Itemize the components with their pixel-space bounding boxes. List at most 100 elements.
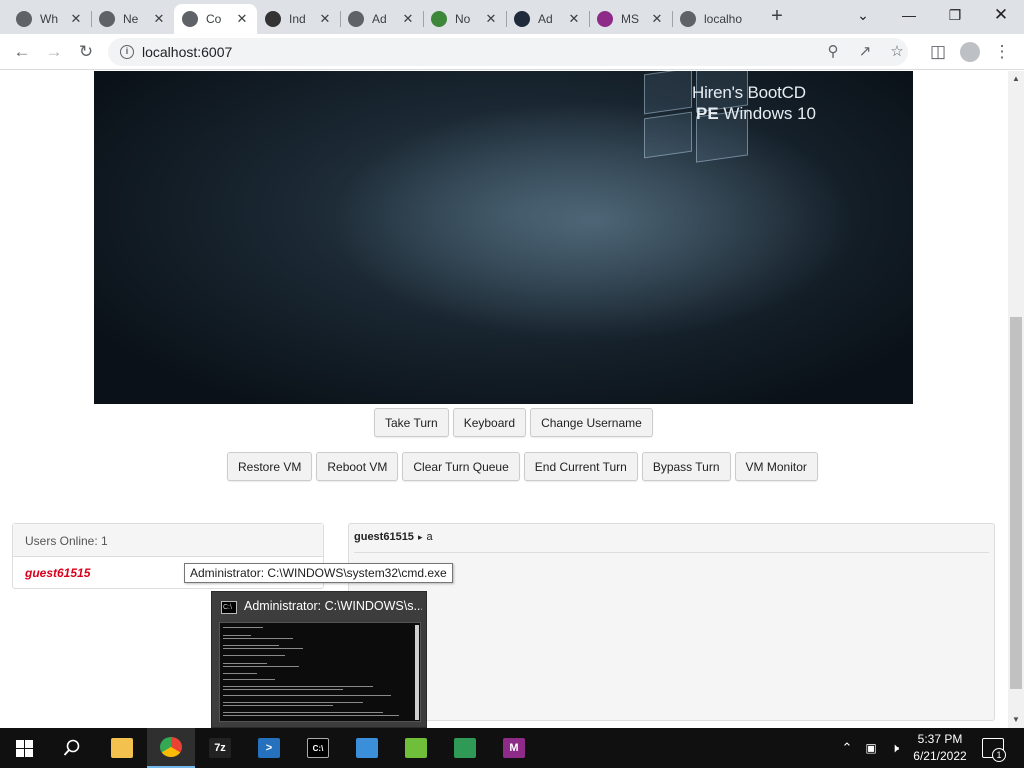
site-info-icon[interactable]: i	[120, 45, 134, 59]
tray-overflow-icon[interactable]: ⌃	[838, 728, 856, 768]
browser-menu-icon[interactable]: ⋮	[990, 40, 1014, 64]
new-tab-button[interactable]: +	[766, 6, 788, 28]
tab-title: Wh	[40, 12, 58, 26]
tab-title: Ind	[289, 12, 306, 26]
browser-tab-strip: Wh ✕ Ne ✕ Co ✕ Ind ✕ Ad ✕ No ✕ Ad ✕ MS ✕ localho + ⌄ — ❐…	[0, 0, 1024, 34]
taskbar-app-button[interactable]: 7z	[196, 728, 244, 768]
taskbar-tooltip: Administrator: C:\WINDOWS\system32\cmd.e…	[184, 563, 453, 583]
reload-icon[interactable]: ↻	[74, 40, 98, 64]
vm-screen-title: Hiren's BootCD	[692, 83, 806, 102]
clock-time: 5:37 PM	[917, 732, 963, 746]
tab-close-icon[interactable]: ✕	[69, 11, 83, 27]
tab-close-icon[interactable]: ✕	[650, 11, 664, 27]
windows-taskbar: 7z > C:\ M ⌃ ▣ 🕨 5:37 PM 6/21/2022 1	[0, 728, 1024, 768]
chat-separator-icon: ▸	[417, 532, 423, 542]
taskbar-app-button[interactable]	[441, 728, 489, 768]
clear-turn-queue-button[interactable]: Clear Turn Queue	[402, 452, 520, 481]
reboot-vm-button[interactable]: Reboot VM	[316, 452, 399, 481]
tab-close-icon[interactable]: ✕	[152, 11, 166, 27]
tab-title: Ad	[372, 12, 387, 26]
browser-tab[interactable]: Ne ✕	[91, 4, 174, 34]
windows-start-icon	[15, 739, 33, 757]
browser-tab[interactable]: Ad ✕	[506, 4, 589, 34]
tab-close-icon[interactable]: ✕	[401, 11, 415, 27]
end-current-turn-button[interactable]: End Current Turn	[523, 452, 638, 481]
browser-tab[interactable]: No ✕	[423, 4, 506, 34]
preview-image	[219, 622, 421, 722]
network-app-icon	[356, 738, 378, 758]
minimize-button[interactable]: —	[886, 0, 932, 30]
search-icon	[63, 739, 80, 756]
browser-tab[interactable]: Ad ✕	[340, 4, 423, 34]
bookmark-star-icon[interactable]: ☆	[888, 43, 906, 61]
chrome-icon	[99, 11, 115, 27]
chrome-icon	[16, 11, 32, 27]
notification-badge: 1	[992, 748, 1006, 762]
profile-avatar-icon[interactable]	[958, 40, 982, 64]
msys2-icon: M	[503, 738, 525, 758]
search-button[interactable]	[48, 728, 96, 768]
tab-close-icon[interactable]: ✕	[484, 11, 498, 27]
page-viewport: Hiren's BootCD PE Windows 10 Take Turn Ke…	[0, 71, 1008, 728]
network-icon[interactable]: ▣	[862, 728, 880, 768]
side-panel-icon[interactable]: ◫	[926, 40, 950, 64]
vm-monitor-button[interactable]: VM Monitor	[734, 452, 818, 481]
admin-controls: Restore VM Reboot VM Clear Turn Queue End C…	[227, 452, 818, 481]
users-online-header: Users Online: 1	[13, 524, 323, 557]
tab-title: localho	[704, 12, 743, 26]
zoom-icon[interactable]: ⚲	[824, 43, 842, 61]
cmd-window-preview[interactable]: C:\ Administrator: C:\WINDOWS\s...	[211, 591, 427, 728]
taskbar-app-button[interactable]	[392, 728, 440, 768]
taskbar-app-button[interactable]: C:\	[294, 728, 342, 768]
browser-tab[interactable]: localho	[672, 4, 756, 34]
back-icon[interactable]: ←	[10, 40, 34, 64]
page-scrollbar[interactable]: ▲ ▼	[1008, 71, 1024, 728]
tab-close-icon[interactable]: ✕	[235, 11, 249, 27]
tab-title: Co	[206, 12, 222, 26]
scrollbar-thumb[interactable]	[1010, 317, 1022, 689]
cmd-icon: C:\	[307, 738, 329, 758]
system-clock[interactable]: 5:37 PM 6/21/2022	[906, 731, 974, 765]
vm-screen[interactable]: Hiren's BootCD PE Windows 10	[94, 71, 913, 404]
tab-title: Ne	[123, 12, 139, 26]
nodejs-icon	[431, 11, 447, 27]
globe-icon	[680, 11, 696, 27]
spreadsheet-icon	[454, 738, 476, 758]
restore-vm-button[interactable]: Restore VM	[227, 452, 313, 481]
scroll-up-icon[interactable]: ▲	[1012, 74, 1020, 83]
volume-icon[interactable]: 🕨	[886, 728, 904, 768]
taskbar-app-button[interactable]	[343, 728, 391, 768]
chat-username: guest61515	[354, 531, 414, 543]
msys-icon	[597, 11, 613, 27]
notepad-plus-icon	[405, 738, 427, 758]
start-button[interactable]	[0, 728, 48, 768]
tab-close-icon[interactable]: ✕	[318, 11, 332, 27]
take-turn-button[interactable]: Take Turn	[374, 408, 449, 437]
browser-tab[interactable]: Wh ✕	[8, 4, 91, 34]
globe-icon	[348, 11, 364, 27]
browser-tab[interactable]: Ind ✕	[257, 4, 340, 34]
address-bar[interactable]: i localhost:6007 ⚲ ↗ ☆	[108, 38, 908, 66]
tab-search-icon[interactable]: ⌄	[840, 0, 886, 30]
taskbar-app-button[interactable]	[98, 728, 146, 768]
close-window-button[interactable]: ✕	[978, 0, 1024, 30]
browser-toolbar: ← → ↻ i localhost:6007 ⚲ ↗ ☆ ◫ ⋮	[0, 34, 1024, 70]
tab-close-icon[interactable]: ✕	[567, 11, 581, 27]
bypass-turn-button[interactable]: Bypass Turn	[641, 452, 731, 481]
taskbar-app-button[interactable]	[147, 728, 195, 768]
taskbar-app-button[interactable]: >	[245, 728, 293, 768]
forward-icon[interactable]: →	[42, 40, 66, 64]
restore-button[interactable]: ❐	[932, 0, 978, 30]
change-username-button[interactable]: Change Username	[530, 408, 653, 437]
taskbar-app-button[interactable]: M	[490, 728, 538, 768]
scroll-down-icon[interactable]: ▼	[1012, 715, 1020, 724]
browser-tab[interactable]: MS ✕	[589, 4, 672, 34]
chat-text: a	[426, 531, 433, 543]
browser-tab[interactable]: Co ✕	[174, 4, 257, 34]
share-icon[interactable]: ↗	[856, 43, 874, 61]
chat-divider	[354, 552, 989, 553]
url-text[interactable]: localhost:6007	[142, 44, 232, 60]
keyboard-button[interactable]: Keyboard	[452, 408, 527, 437]
file-explorer-icon	[111, 738, 133, 758]
7zip-icon: 7z	[209, 738, 231, 758]
